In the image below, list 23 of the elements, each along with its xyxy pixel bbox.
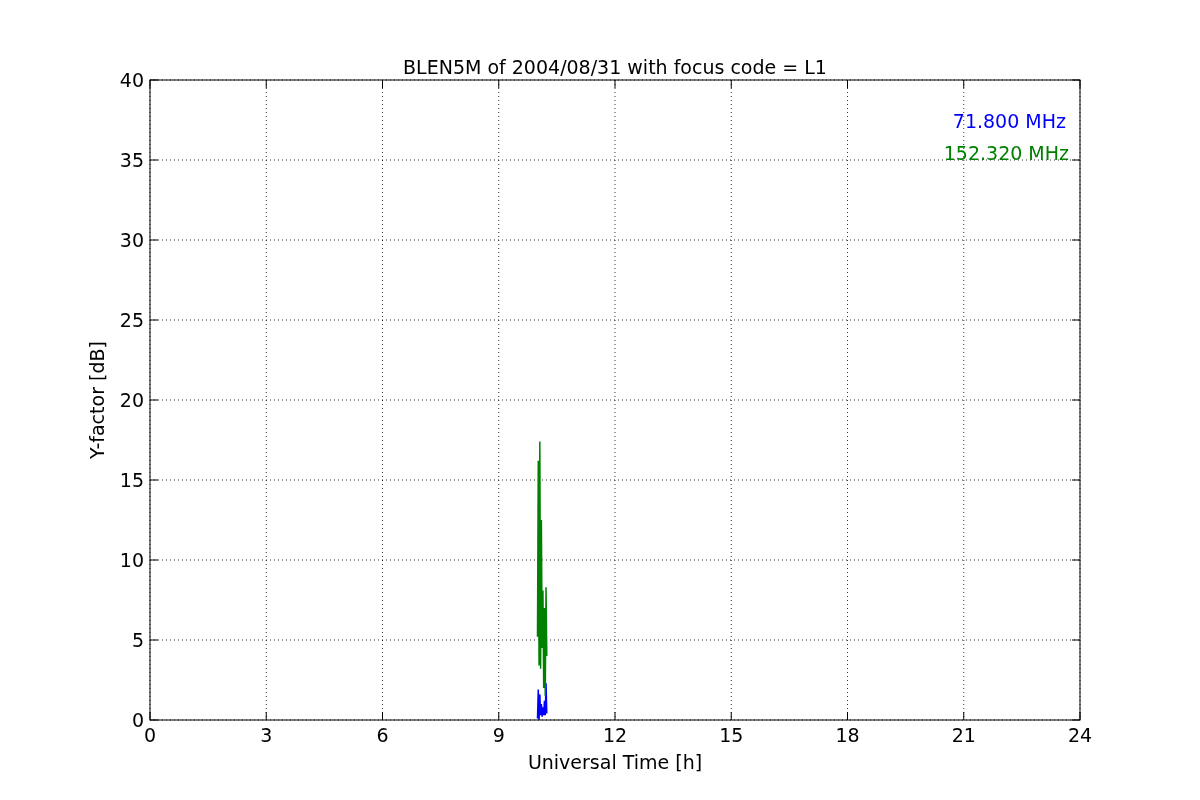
x-tick-label: 12 [602,724,628,746]
y-tick-label: 40 [119,69,144,91]
x-tick-label: 24 [1067,724,1093,746]
chart-title: BLEN5M of 2004/08/31 with focus code = L1 [403,56,827,78]
x-tick-label: 15 [719,724,744,746]
legend-label: 152.320 MHz [943,142,1069,164]
x-tick-label: 21 [951,724,976,746]
y-tick-label: 5 [131,629,144,651]
x-axis-label: Universal Time [h] [527,751,703,773]
y-axis-label: Y-factor [dB] [86,341,108,459]
x-tick-label: 0 [143,724,157,746]
x-tick-label: 3 [260,724,273,746]
y-tick-label: 0 [131,709,144,731]
y-tick-label: 30 [119,229,144,251]
y-tick-label: 15 [119,469,144,491]
x-tick-label: 18 [835,724,860,746]
y-tick-label: 25 [119,309,144,331]
x-tick-label: 9 [492,724,505,746]
y-tick-label: 20 [119,389,144,411]
x-tick-label: 6 [376,724,389,746]
y-tick-label: 10 [119,549,144,571]
y-tick-label: 35 [119,149,144,171]
legend-label: 71.800 MHz [952,110,1066,132]
